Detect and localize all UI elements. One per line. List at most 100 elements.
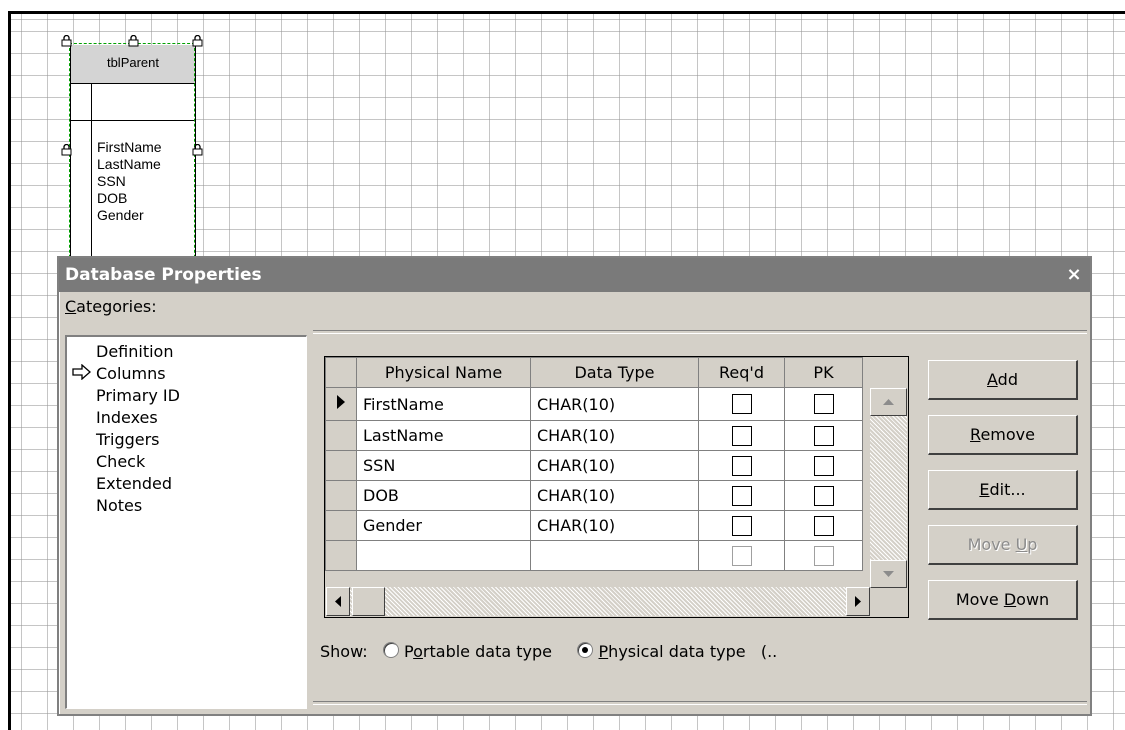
columns-grid: Physical Name Data Type Req'd PK FirstNa… [324,356,909,618]
physical-data-type-label[interactable]: Physical data type [599,642,746,661]
pk-checkbox-cell[interactable] [784,480,863,511]
pk-checkbox-cell[interactable] [784,387,863,421]
show-label: Show: [320,642,368,661]
row-selector[interactable] [325,420,357,451]
pk-checkbox[interactable] [813,394,834,415]
pk-checkbox[interactable] [813,485,834,506]
right-arrow-icon [72,363,92,381]
category-item-columns[interactable]: Columns [96,363,166,385]
table-row[interactable]: SSN CHAR(10) [325,450,863,481]
column-header-pk[interactable]: PK [784,357,863,388]
reqd-checkbox-cell[interactable] [698,387,785,421]
categories-accel: C [65,297,77,316]
category-item-triggers[interactable]: Triggers [96,429,160,451]
data-type-cell[interactable]: CHAR(10) [530,450,699,481]
data-type-cell[interactable] [530,540,699,571]
resize-handle-icon[interactable] [61,35,72,47]
reqd-checkbox[interactable] [731,394,752,415]
data-type-cell[interactable]: CHAR(10) [530,387,699,421]
physical-name-cell[interactable] [356,540,531,571]
pk-checkbox[interactable] [813,425,834,446]
resize-handle-icon[interactable] [192,35,203,47]
truncated-suffix: (.. [760,642,778,661]
category-item-notes[interactable]: Notes [96,495,142,517]
category-item-check[interactable]: Check [96,451,145,473]
portable-data-type-radio[interactable] [382,642,399,658]
reqd-checkbox[interactable] [731,545,752,566]
table-row[interactable]: Gender CHAR(10) [325,510,863,541]
pk-checkbox-cell[interactable] [784,420,863,451]
column-header-physical-name[interactable]: Physical Name [356,357,531,388]
add-accel: A [987,370,998,389]
diagram-canvas[interactable]: tblParent FirstName LastName SSN DOB Gen… [0,0,1125,730]
scroll-down-icon[interactable] [870,560,907,588]
data-type-cell[interactable]: CHAR(10) [530,420,699,451]
scroll-thumb[interactable] [352,587,385,616]
current-row-icon [337,395,345,409]
vertical-scrollbar[interactable] [870,388,907,588]
edit-button[interactable]: Edit... [928,470,1078,510]
pk-checkbox-cell[interactable] [784,540,863,571]
resize-handle-icon[interactable] [61,144,72,156]
data-type-cell[interactable]: CHAR(10) [530,510,699,541]
add-button[interactable]: Add [928,360,1078,400]
category-item-extended[interactable]: Extended [96,473,172,495]
pk-checkbox[interactable] [813,545,834,566]
reqd-checkbox-cell[interactable] [698,420,785,451]
table-row[interactable]: LastName CHAR(10) [325,420,863,451]
pk-checkbox-cell[interactable] [784,450,863,481]
columns-table: Physical Name Data Type Req'd PK FirstNa… [325,357,863,571]
pk-checkbox[interactable] [813,455,834,476]
scroll-right-icon[interactable] [846,587,870,616]
corner-header [325,357,357,388]
scroll-left-icon[interactable] [326,587,350,616]
physical-name-cell[interactable]: FirstName [356,387,531,421]
physical-data-type-radio[interactable] [577,642,594,658]
categories-list[interactable]: Definition Columns Primary ID Indexes Tr… [65,335,307,709]
row-selector[interactable] [325,387,357,421]
category-item-primary-id[interactable]: Primary ID [96,385,180,407]
dialog-title: Database Properties [65,265,262,285]
entity-table[interactable]: tblParent FirstName LastName SSN DOB Gen… [69,43,197,283]
physical-name-cell[interactable]: LastName [356,420,531,451]
pk-checkbox-cell[interactable] [784,510,863,541]
row-selector[interactable] [325,510,357,541]
reqd-checkbox[interactable] [731,485,752,506]
move-down-label-pre: Move [955,590,1004,609]
reqd-checkbox-cell[interactable] [698,450,785,481]
table-row-new[interactable] [325,540,863,571]
physical-name-cell[interactable]: Gender [356,510,531,541]
table-row[interactable]: FirstName CHAR(10) [325,387,863,421]
data-type-cell[interactable]: CHAR(10) [530,480,699,511]
reqd-checkbox-cell[interactable] [698,540,785,571]
pk-checkbox[interactable] [813,515,834,536]
table-row[interactable]: DOB CHAR(10) [325,480,863,511]
physical-name-cell[interactable]: DOB [356,480,531,511]
horizontal-scrollbar[interactable] [326,587,870,616]
resize-handle-icon[interactable] [192,144,203,156]
portable-accel: o [413,642,423,661]
category-item-definition[interactable]: Definition [96,341,173,363]
row-selector[interactable] [325,540,357,571]
remove-button[interactable]: Remove [928,415,1078,455]
dialog-titlebar[interactable]: Database Properties × [59,258,1090,292]
column-header-data-type[interactable]: Data Type [530,357,699,388]
portable-data-type-label[interactable]: Portable data type [404,642,552,661]
column-header-reqd[interactable]: Req'd [698,357,785,388]
scroll-up-icon[interactable] [870,388,907,416]
row-selector[interactable] [325,480,357,511]
reqd-checkbox-cell[interactable] [698,510,785,541]
category-item-indexes[interactable]: Indexes [96,407,158,429]
close-icon[interactable]: × [1062,258,1086,292]
move-up-button[interactable]: Move Up [928,525,1078,565]
reqd-checkbox-cell[interactable] [698,480,785,511]
remove-label: emove [980,425,1035,444]
reqd-checkbox[interactable] [731,455,752,476]
reqd-checkbox[interactable] [731,425,752,446]
physical-name-cell[interactable]: SSN [356,450,531,481]
reqd-checkbox[interactable] [731,515,752,536]
resize-handle-icon[interactable] [128,35,139,47]
row-selector[interactable] [325,450,357,481]
header-row: Physical Name Data Type Req'd PK [325,357,863,388]
move-down-button[interactable]: Move Down [928,580,1078,620]
